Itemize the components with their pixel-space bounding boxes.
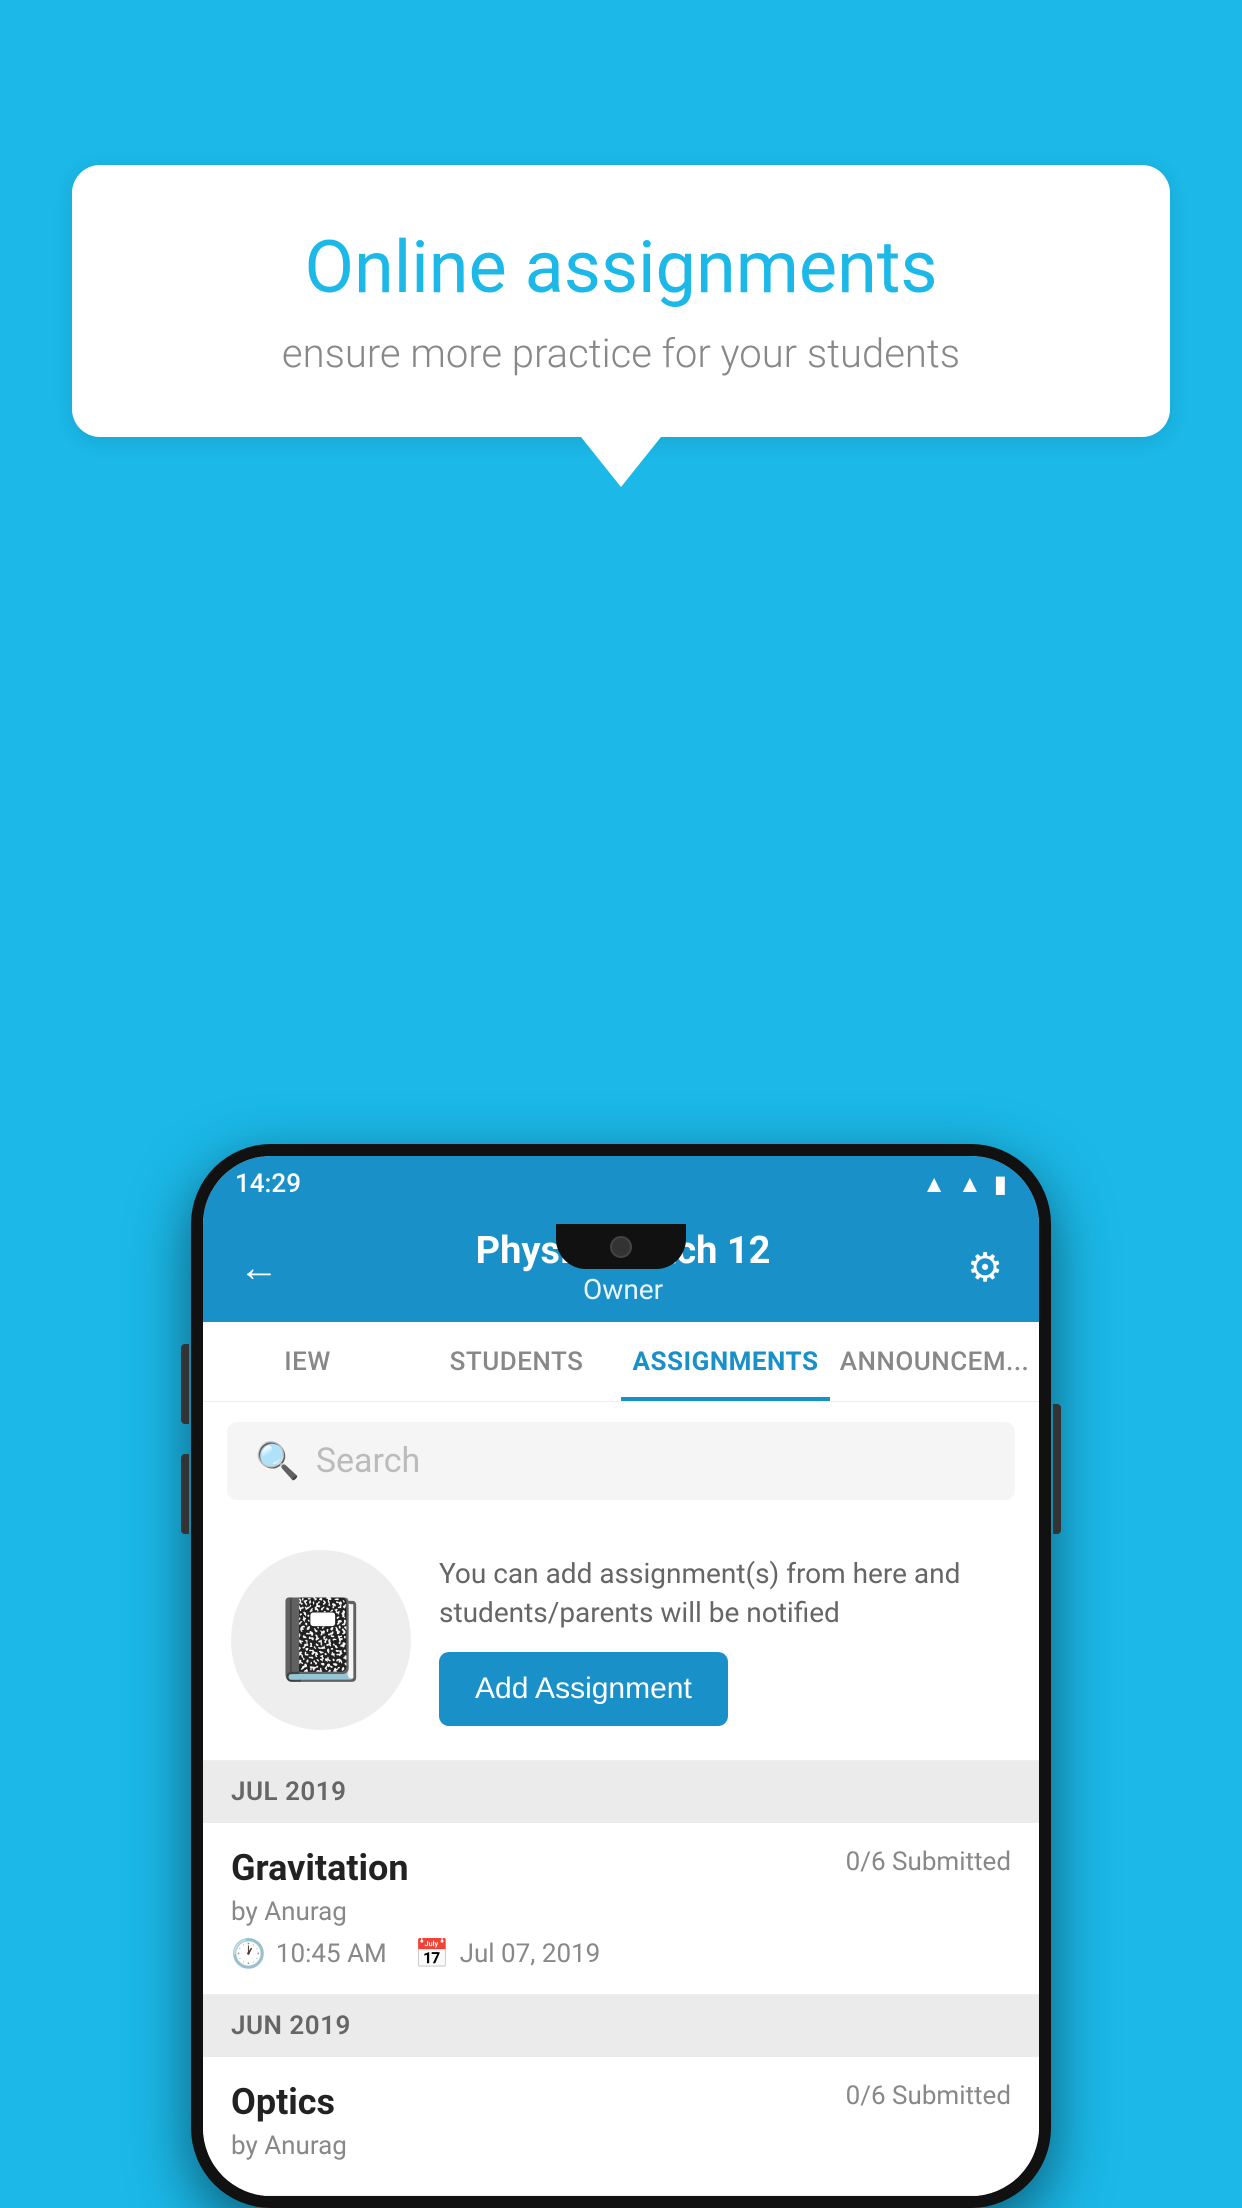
tab-assignments[interactable]: ASSIGNMENTS (621, 1322, 830, 1401)
assignment-date-gravitation: 📅 Jul 07, 2019 (415, 1937, 601, 1970)
assignment-row-top: Gravitation 0/6 Submitted (231, 1847, 1011, 1889)
assignment-time-text: 10:45 AM (276, 1939, 387, 1969)
assignment-date-text: Jul 07, 2019 (460, 1939, 601, 1969)
camera-icon (610, 1236, 632, 1258)
tab-overview[interactable]: IEW (203, 1322, 412, 1401)
header-subtitle: Owner (476, 1273, 771, 1306)
status-time: 14:29 (235, 1169, 301, 1199)
back-button[interactable]: ← (239, 1244, 279, 1291)
speech-bubble-arrow (581, 437, 661, 487)
search-bar-wrapper: 🔍 Search (203, 1402, 1039, 1520)
assignment-meta-gravitation: 🕐 10:45 AM 📅 Jul 07, 2019 (231, 1937, 1011, 1970)
phone-wrapper: 14:29 ▲ ▲ ▮ ← Physics Batch 12 Owner ⚙ I… (191, 1144, 1051, 2208)
tab-students[interactable]: STUDENTS (412, 1322, 621, 1401)
signal-icon: ▲ (958, 1170, 982, 1199)
clock-icon: 🕐 (231, 1937, 266, 1970)
speech-bubble-wrapper: Online assignments ensure more practice … (72, 165, 1170, 487)
volume-down-button (181, 1454, 189, 1534)
search-icon: 🔍 (255, 1440, 300, 1482)
calendar-icon: 📅 (415, 1937, 450, 1970)
power-button (1053, 1404, 1061, 1534)
promo-content: You can add assignment(s) from here and … (439, 1554, 1011, 1726)
assignment-by-optics: by Anurag (231, 2131, 1011, 2161)
wifi-icon: ▲ (922, 1170, 946, 1199)
notebook-icon: 📓 (271, 1593, 371, 1687)
notch (556, 1224, 686, 1269)
assignment-item-optics[interactable]: Optics 0/6 Submitted by Anurag (203, 2057, 1039, 2196)
search-bar[interactable]: 🔍 Search (227, 1422, 1015, 1500)
assignment-by-gravitation: by Anurag (231, 1897, 1011, 1927)
phone-device: 14:29 ▲ ▲ ▮ ← Physics Batch 12 Owner ⚙ I… (191, 1144, 1051, 2208)
search-input[interactable]: Search (316, 1441, 420, 1481)
assignment-time-gravitation: 🕐 10:45 AM (231, 1937, 387, 1970)
assignment-row-top-optics: Optics 0/6 Submitted (231, 2081, 1011, 2123)
status-bar: 14:29 ▲ ▲ ▮ (203, 1156, 1039, 1212)
promo-section: 📓 You can add assignment(s) from here an… (203, 1520, 1039, 1761)
settings-icon[interactable]: ⚙ (967, 1244, 1003, 1291)
assignment-name-gravitation: Gravitation (231, 1847, 409, 1889)
speech-bubble: Online assignments ensure more practice … (72, 165, 1170, 437)
speech-bubble-subtitle: ensure more practice for your students (142, 330, 1100, 377)
assignment-submitted-gravitation: 0/6 Submitted (846, 1847, 1011, 1877)
phone-screen: 14:29 ▲ ▲ ▮ ← Physics Batch 12 Owner ⚙ I… (203, 1156, 1039, 2196)
volume-up-button (181, 1344, 189, 1424)
battery-icon: ▮ (994, 1170, 1007, 1198)
assignment-item-gravitation[interactable]: Gravitation 0/6 Submitted by Anurag 🕐 10… (203, 1823, 1039, 1995)
tabs-bar: IEW STUDENTS ASSIGNMENTS ANNOUNCEM... (203, 1322, 1039, 1402)
promo-icon-circle: 📓 (231, 1550, 411, 1730)
status-icons: ▲ ▲ ▮ (922, 1170, 1007, 1199)
month-header-jun: JUN 2019 (203, 1995, 1039, 2057)
assignment-name-optics: Optics (231, 2081, 335, 2123)
tab-announcements[interactable]: ANNOUNCEM... (830, 1322, 1039, 1401)
promo-text: You can add assignment(s) from here and … (439, 1554, 1011, 1632)
add-assignment-button[interactable]: Add Assignment (439, 1652, 728, 1726)
speech-bubble-title: Online assignments (142, 225, 1100, 310)
month-header-jul: JUL 2019 (203, 1761, 1039, 1823)
assignment-submitted-optics: 0/6 Submitted (846, 2081, 1011, 2111)
